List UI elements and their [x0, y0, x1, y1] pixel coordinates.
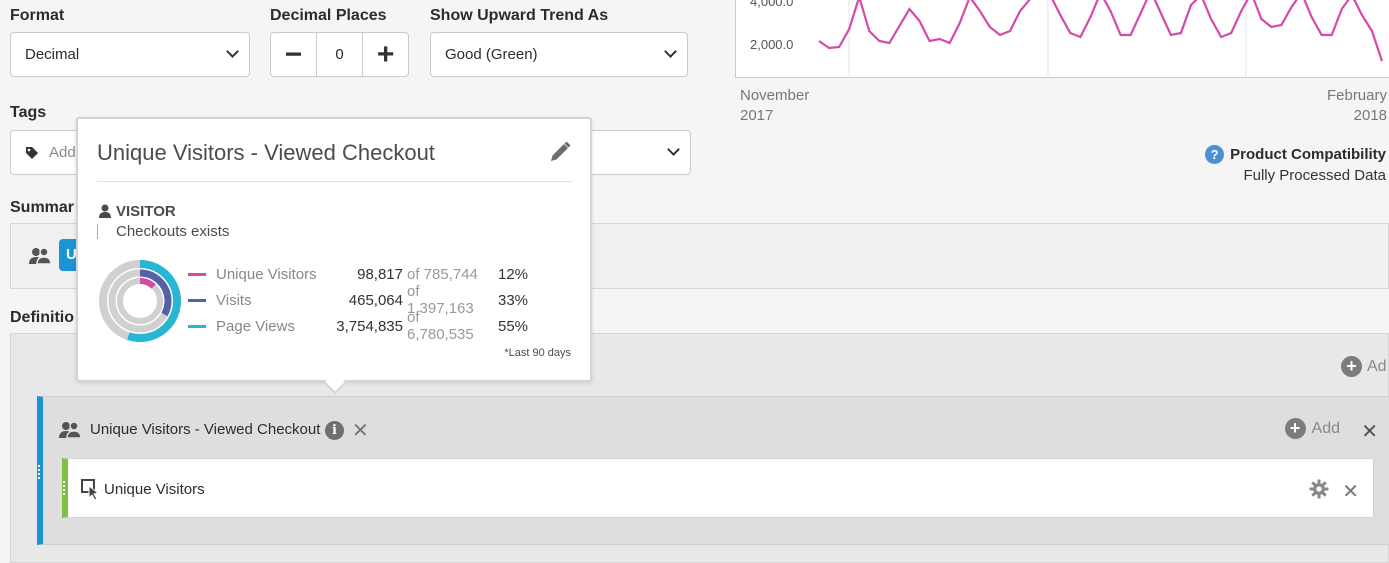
stat-percent: 12%: [498, 265, 529, 283]
container-add-label: Add: [1311, 419, 1340, 437]
definition-add-label: Ad: [1367, 357, 1387, 375]
divider: [97, 224, 98, 239]
container-add-button[interactable]: + Add: [1284, 418, 1340, 439]
stat-percent: 33%: [498, 291, 529, 309]
segment-preview-popover: Unique Visitors - Viewed Checkout VISITO…: [76, 117, 592, 395]
stat-name: Unique Visitors: [216, 265, 317, 283]
chevron-down-icon: [664, 45, 677, 58]
stat-value: 465,064: [348, 291, 403, 309]
tags-placeholder: Add: [49, 144, 76, 161]
stat-name: Page Views: [216, 317, 295, 335]
trend-chart-svg: [818, 0, 1384, 78]
format-select[interactable]: Decimal: [10, 32, 250, 77]
drag-handle-icon[interactable]: [38, 465, 42, 479]
y-tick-label: 2,000.0: [750, 37, 794, 52]
gear-icon[interactable]: [1309, 479, 1329, 499]
segment-people-icon: [29, 247, 52, 265]
add-circle-icon: +: [1341, 356, 1362, 377]
stat-percent: 55%: [498, 317, 529, 335]
product-compatibility-value: Fully Processed Data: [1243, 167, 1386, 184]
definition-label: Definitio: [10, 309, 74, 326]
metric-cursor-icon: [81, 479, 100, 501]
decrement-button[interactable]: −: [271, 32, 317, 77]
format-label: Format: [10, 7, 65, 24]
stat-name: Visits: [216, 291, 252, 309]
segment-container: Unique Visitors - Viewed Checkout i ✕ + …: [37, 396, 1389, 545]
legend-swatch: [188, 272, 206, 276]
stat-row: Unique Visitors 98,817 of 785,744 12%: [188, 261, 588, 287]
series-line: [818, 0, 1384, 62]
format-value: Decimal: [25, 46, 80, 63]
popover-footnote: *Last 90 days: [504, 347, 571, 359]
popover-stats: Unique Visitors 98,817 of 785,744 12% Vi…: [188, 261, 588, 343]
close-icon[interactable]: ✕: [1361, 419, 1378, 444]
stat-total: of 6,780,535: [407, 309, 474, 343]
x-start-month: November: [740, 87, 810, 104]
container-title: Unique Visitors - Viewed Checkout: [90, 421, 321, 438]
visitor-icon: [99, 204, 111, 218]
tags-label: Tags: [10, 104, 47, 121]
definition-add-button[interactable]: + Ad: [1341, 356, 1387, 377]
rule-title: Unique Visitors: [104, 481, 205, 498]
rule-row: Unique Visitors ✕: [62, 458, 1374, 518]
segment-people-icon: [59, 421, 82, 439]
close-icon[interactable]: ✕: [352, 418, 369, 443]
x-axis-end-label: February 2018: [1327, 86, 1387, 126]
stat-value: 98,817: [357, 265, 403, 283]
decimal-places-value[interactable]: 0: [317, 46, 363, 63]
legend-swatch: [188, 324, 206, 328]
x-start-year: 2017: [740, 107, 774, 124]
popover-title: Unique Visitors - Viewed Checkout: [97, 140, 435, 165]
increment-button[interactable]: +: [362, 32, 408, 77]
stat-row: Visits 465,064 of 1,397,163 33%: [188, 283, 588, 317]
upward-trend-label: Show Upward Trend As: [430, 7, 609, 24]
upward-trend-select[interactable]: Good (Green): [430, 32, 688, 77]
ring-chart: [99, 260, 181, 342]
info-icon[interactable]: i: [325, 421, 344, 440]
stat-value: 3,754,835: [336, 317, 403, 335]
chevron-down-icon: [226, 45, 239, 58]
x-end-month: February: [1326, 87, 1387, 104]
trend-chart: 4,000.0 2,000.0: [735, 0, 1389, 78]
edit-pencil-icon[interactable]: [548, 140, 572, 164]
product-compatibility: ? Product Compatibility Fully Processed …: [1205, 144, 1386, 186]
decimal-places-label: Decimal Places: [270, 7, 387, 24]
close-icon[interactable]: ✕: [1342, 479, 1359, 504]
popover-condition: Checkouts exists: [116, 223, 230, 240]
add-circle-icon: +: [1284, 418, 1306, 439]
upward-trend-value: Good (Green): [445, 46, 538, 63]
tag-icon: [26, 146, 38, 159]
x-end-year: 2018: [1353, 107, 1387, 124]
stat-total: of 785,744: [407, 265, 478, 283]
y-tick-label: 4,000.0: [750, 0, 794, 9]
x-axis-start-label: November 2017: [740, 86, 809, 126]
decimal-places-stepper[interactable]: − 0 +: [270, 32, 409, 77]
summary-label: Summar: [10, 199, 75, 216]
popover-section-title: VISITOR: [116, 203, 176, 220]
ring-track: [117, 278, 163, 324]
chevron-down-icon: [667, 143, 680, 156]
help-icon[interactable]: ?: [1205, 145, 1225, 164]
product-compatibility-title: Product Compatibility: [1230, 146, 1386, 163]
drag-handle-icon[interactable]: [63, 481, 67, 495]
divider: [97, 181, 573, 182]
stat-row: Page Views 3,754,835 of 6,780,535 55%: [188, 309, 588, 343]
legend-swatch: [188, 298, 206, 302]
